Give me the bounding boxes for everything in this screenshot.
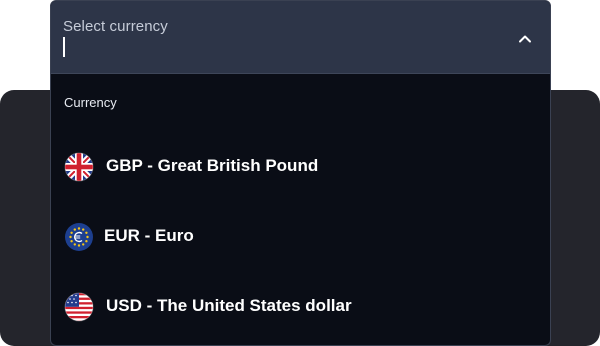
screen: Select currency Currency GBP - Great Bri…	[0, 0, 600, 346]
us-flag-icon	[64, 292, 94, 322]
chevron-up-icon[interactable]	[515, 29, 535, 49]
text-cursor	[63, 37, 65, 57]
eu-flag-icon	[64, 222, 94, 252]
combobox-label: Select currency	[63, 18, 168, 35]
currency-dropdown: Select currency Currency GBP - Great Bri…	[50, 0, 551, 346]
option-label: GBP - Great British Pound	[106, 156, 319, 175]
option-usd[interactable]: USD - The United States dollar	[51, 279, 550, 335]
currency-search-input[interactable]	[59, 35, 489, 61]
list-section-header: Currency	[64, 95, 117, 110]
uk-flag-icon	[64, 152, 94, 182]
currency-combobox[interactable]: Select currency	[51, 1, 550, 74]
option-gbp[interactable]: GBP - Great British Pound	[51, 139, 550, 195]
option-label: EUR - Euro	[104, 226, 194, 245]
option-eur[interactable]: EUR - Euro	[51, 209, 550, 265]
option-label: USD - The United States dollar	[106, 296, 352, 315]
